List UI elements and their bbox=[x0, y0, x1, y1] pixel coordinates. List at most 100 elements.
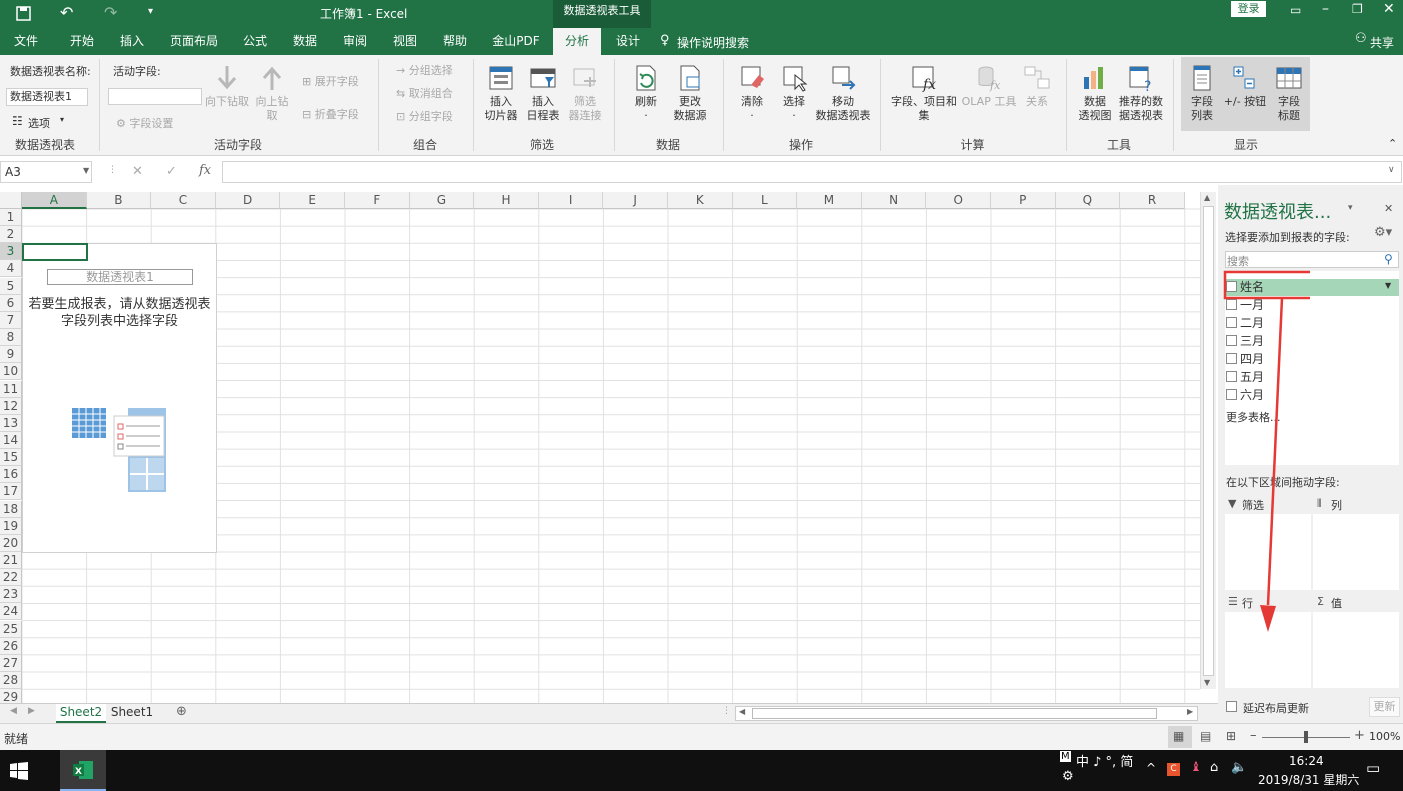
chevron-down-icon[interactable]: ▼ bbox=[83, 166, 89, 175]
tab-file[interactable]: 文件 bbox=[0, 28, 52, 55]
zoom-slider-thumb[interactable] bbox=[1304, 731, 1308, 743]
sheet-tab-sheet2[interactable]: Sheet2 bbox=[56, 704, 106, 723]
insert-slicer-button[interactable]: 插入 切片器 bbox=[480, 63, 522, 123]
zoom-out-icon[interactable]: – bbox=[1250, 728, 1257, 743]
horizontal-scrollbar[interactable]: ◀ ▶ bbox=[735, 706, 1198, 721]
tab-formulas[interactable]: 公式 bbox=[232, 28, 278, 55]
volume-icon[interactable]: 🔈 bbox=[1231, 760, 1247, 775]
refresh-button[interactable]: 刷新 · bbox=[626, 63, 666, 123]
row-header[interactable]: 9 bbox=[0, 346, 22, 364]
group-field-button[interactable]: ⊡ 分组字段 bbox=[396, 108, 453, 124]
login-button[interactable]: 登录 bbox=[1231, 1, 1266, 17]
vertical-scroll-thumb[interactable] bbox=[1203, 206, 1214, 676]
formula-input[interactable] bbox=[222, 161, 1402, 183]
tab-view[interactable]: 视图 bbox=[382, 28, 428, 55]
column-header[interactable]: C bbox=[151, 192, 216, 209]
pivot-chart-button[interactable]: 数据 透视图 bbox=[1074, 63, 1116, 123]
selected-cell[interactable] bbox=[22, 243, 88, 261]
row-header[interactable]: 11 bbox=[0, 380, 22, 398]
field-settings-button[interactable]: ⚙ 字段设置 bbox=[116, 115, 173, 131]
horizontal-scroll-thumb[interactable] bbox=[752, 708, 1157, 719]
drill-up-button[interactable]: 向上钻取 bbox=[250, 63, 294, 123]
tab-page-layout[interactable]: 页面布局 bbox=[162, 28, 226, 55]
row-header[interactable]: 5 bbox=[0, 277, 22, 295]
row-header[interactable]: 17 bbox=[0, 483, 22, 501]
row-header[interactable]: 19 bbox=[0, 517, 22, 535]
pivot-name-input[interactable]: 数据透视表1 bbox=[6, 88, 88, 106]
defer-update-checkbox[interactable] bbox=[1226, 701, 1237, 712]
column-header[interactable]: A bbox=[22, 192, 87, 209]
change-data-source-button[interactable]: 更改 数据源 bbox=[666, 63, 714, 123]
olap-tools-button[interactable]: fx OLAP 工具 bbox=[960, 63, 1018, 109]
tell-me-search[interactable]: 操作说明搜索 bbox=[677, 34, 749, 51]
splitter-icon[interactable]: ⋮ bbox=[722, 706, 731, 716]
pane-settings-icon[interactable]: ⚙▾ bbox=[1374, 225, 1392, 240]
pane-menu-icon[interactable]: ▾ bbox=[1348, 203, 1353, 213]
row-header[interactable]: 15 bbox=[0, 449, 22, 467]
row-header[interactable]: 2 bbox=[0, 226, 22, 244]
plus-minus-buttons-button[interactable]: +/- 按钮 bbox=[1221, 63, 1269, 109]
search-icon[interactable]: ⚲ bbox=[1384, 252, 1393, 266]
network-icon[interactable]: ⌂ bbox=[1210, 760, 1218, 775]
row-header[interactable]: 21 bbox=[0, 552, 22, 569]
column-header[interactable]: O bbox=[926, 192, 991, 209]
fields-items-sets-button[interactable]: fx 字段、项目和集 bbox=[888, 63, 960, 123]
tab-data[interactable]: 数据 bbox=[282, 28, 328, 55]
column-header[interactable]: M bbox=[797, 192, 862, 209]
options-button[interactable]: 选项 bbox=[28, 115, 50, 131]
collapse-ribbon-icon[interactable]: ⌃ bbox=[1388, 137, 1397, 150]
zoom-level[interactable]: 100% bbox=[1369, 730, 1400, 743]
column-header[interactable]: B bbox=[86, 192, 152, 209]
tab-review[interactable]: 审阅 bbox=[332, 28, 378, 55]
field-search-input[interactable]: 搜索 ⚲ bbox=[1225, 251, 1399, 268]
move-pivot-button[interactable]: 移动 数据透视表 bbox=[814, 63, 872, 123]
column-header[interactable]: I bbox=[538, 192, 604, 209]
zoom-in-icon[interactable]: + bbox=[1354, 728, 1365, 743]
field-headers-button[interactable]: 字段 标题 bbox=[1270, 63, 1308, 123]
expand-formula-icon[interactable]: ∨ bbox=[1388, 165, 1395, 175]
normal-view-icon[interactable]: ▦ bbox=[1173, 729, 1184, 743]
row-header[interactable]: 24 bbox=[0, 603, 22, 621]
insert-timeline-button[interactable]: 插入 日程表 bbox=[522, 63, 564, 123]
close-button[interactable]: ✕ bbox=[1383, 1, 1395, 17]
column-header[interactable]: L bbox=[732, 192, 798, 209]
tab-analyze[interactable]: 分析 bbox=[553, 28, 601, 55]
row-header[interactable]: 14 bbox=[0, 431, 22, 449]
ime-settings-icon[interactable]: ⚙ bbox=[1062, 769, 1074, 784]
pane-close-icon[interactable]: ✕ bbox=[1384, 202, 1393, 215]
add-sheet-icon[interactable]: ⊕ bbox=[176, 704, 187, 719]
tab-help[interactable]: 帮助 bbox=[432, 28, 478, 55]
ribbon-display-icon[interactable]: ▭ bbox=[1290, 3, 1301, 17]
insert-function-icon[interactable]: fx bbox=[199, 163, 211, 178]
columns-drop-area[interactable] bbox=[1313, 514, 1399, 590]
row-header[interactable]: 26 bbox=[0, 637, 22, 655]
column-header[interactable]: D bbox=[215, 192, 281, 209]
field-dropdown-icon[interactable]: ▼ bbox=[1385, 281, 1391, 290]
tray-brush-icon[interactable]: ♝ bbox=[1190, 760, 1202, 775]
scroll-up-icon[interactable]: ▲ bbox=[1204, 193, 1210, 202]
row-header[interactable]: 27 bbox=[0, 654, 22, 672]
sheet-tab-sheet1[interactable]: Sheet1 bbox=[108, 704, 156, 723]
column-header[interactable]: G bbox=[409, 192, 475, 209]
row-header[interactable]: 25 bbox=[0, 620, 22, 638]
show-hidden-icons-icon[interactable]: ^ bbox=[1146, 761, 1156, 775]
column-header[interactable]: F bbox=[345, 192, 410, 209]
expand-field-button[interactable]: ⊞ 展开字段 bbox=[302, 73, 359, 89]
row-header[interactable]: 4 bbox=[0, 260, 22, 278]
select-all-corner[interactable] bbox=[0, 192, 22, 209]
active-field-input[interactable] bbox=[108, 88, 202, 105]
minimize-button[interactable]: – bbox=[1322, 1, 1329, 17]
tab-insert[interactable]: 插入 bbox=[108, 28, 156, 55]
column-header[interactable]: Q bbox=[1055, 192, 1121, 209]
row-header[interactable]: 8 bbox=[0, 329, 22, 347]
tab-design[interactable]: 设计 bbox=[606, 28, 650, 55]
scroll-right-icon[interactable]: ▶ bbox=[1187, 707, 1193, 716]
tray-app-icon[interactable]: C bbox=[1167, 763, 1180, 776]
row-header[interactable]: 7 bbox=[0, 311, 22, 329]
row-header[interactable]: 6 bbox=[0, 294, 22, 312]
row-header[interactable]: 16 bbox=[0, 466, 22, 484]
filter-connections-button[interactable]: 筛选 器连接 bbox=[564, 63, 606, 123]
update-button[interactable]: 更新 bbox=[1369, 697, 1400, 717]
tab-home[interactable]: 开始 bbox=[56, 28, 108, 55]
drill-down-button[interactable]: 向下钻取 bbox=[204, 63, 250, 109]
